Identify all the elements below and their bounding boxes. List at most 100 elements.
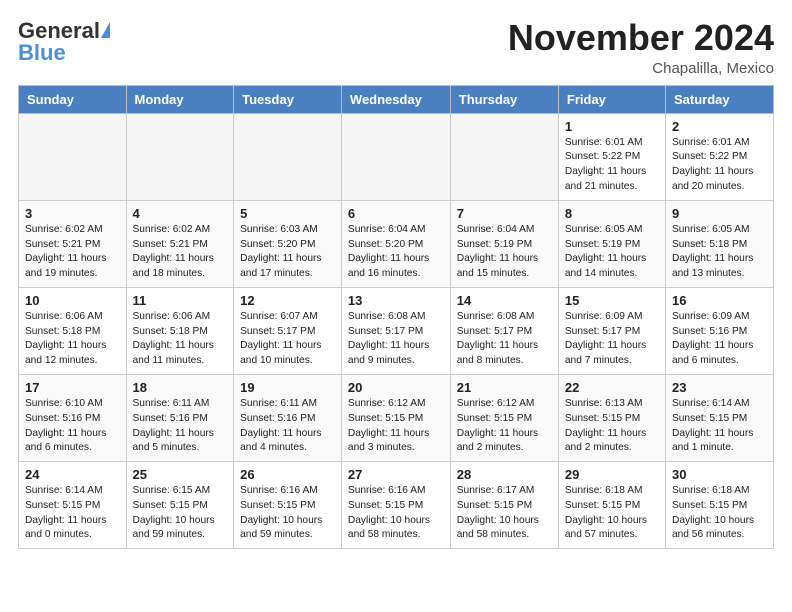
day-number: 8 (565, 206, 659, 221)
table-row (234, 113, 342, 200)
day-number: 11 (133, 293, 228, 308)
day-info: Sunrise: 6:16 AMSunset: 5:15 PMDaylight:… (240, 484, 335, 543)
day-number: 10 (25, 293, 120, 308)
col-sunday: Sunday (19, 85, 127, 113)
day-number: 28 (457, 467, 552, 482)
table-row: 30 Sunrise: 6:18 AMSunset: 5:15 PMDayligh… (665, 462, 773, 549)
day-number: 25 (133, 467, 228, 482)
col-saturday: Saturday (665, 85, 773, 113)
calendar-week-row: 1 Sunrise: 6:01 AMSunset: 5:22 PMDaylight… (19, 113, 774, 200)
day-number: 9 (672, 206, 767, 221)
day-number: 23 (672, 380, 767, 395)
day-info: Sunrise: 6:08 AMSunset: 5:17 PMDaylight:… (348, 310, 444, 369)
day-info: Sunrise: 6:10 AMSunset: 5:16 PMDaylight:… (25, 397, 120, 456)
table-row: 26 Sunrise: 6:16 AMSunset: 5:15 PMDayligh… (234, 462, 342, 549)
day-info: Sunrise: 6:11 AMSunset: 5:16 PMDaylight:… (240, 397, 335, 456)
day-info: Sunrise: 6:03 AMSunset: 5:20 PMDaylight:… (240, 223, 335, 282)
day-number: 1 (565, 119, 659, 134)
table-row: 25Sunrise: 6:15 AMSunset: 5:15 PMDayligh… (126, 462, 234, 549)
day-number: 30 (672, 467, 767, 482)
table-row: 7 Sunrise: 6:04 AMSunset: 5:19 PMDaylight… (450, 200, 558, 287)
day-info: Sunrise: 6:01 AMSunset: 5:22 PMDaylight:… (672, 136, 767, 195)
table-row (19, 113, 127, 200)
table-row: 22 Sunrise: 6:13 AMSunset: 5:15 PMDayligh… (558, 374, 665, 461)
table-row: 29Sunrise: 6:18 AMSunset: 5:15 PMDayligh… (558, 462, 665, 549)
col-friday: Friday (558, 85, 665, 113)
location: Chapalilla, Mexico (508, 60, 774, 77)
day-info: Sunrise: 6:11 AMSunset: 5:16 PMDaylight:… (133, 397, 228, 456)
month-title: November 2024 (508, 18, 774, 58)
col-thursday: Thursday (450, 85, 558, 113)
day-info: Sunrise: 6:02 AMSunset: 5:21 PMDaylight:… (133, 223, 228, 282)
day-info: Sunrise: 6:04 AMSunset: 5:20 PMDaylight:… (348, 223, 444, 282)
page: General Blue November 2024 Chapalilla, M… (0, 0, 792, 612)
day-number: 13 (348, 293, 444, 308)
table-row: 15 Sunrise: 6:09 AMSunset: 5:17 PMDayligh… (558, 287, 665, 374)
day-number: 16 (672, 293, 767, 308)
calendar-header-row: Sunday Monday Tuesday Wednesday Thursday… (19, 85, 774, 113)
day-number: 6 (348, 206, 444, 221)
header: General Blue November 2024 Chapalilla, M… (18, 18, 774, 77)
day-number: 20 (348, 380, 444, 395)
calendar-week-row: 17 Sunrise: 6:10 AMSunset: 5:16 PMDayligh… (19, 374, 774, 461)
day-info: Sunrise: 6:12 AMSunset: 5:15 PMDaylight:… (348, 397, 444, 456)
table-row: 24 Sunrise: 6:14 AMSunset: 5:15 PMDayligh… (19, 462, 127, 549)
title-block: November 2024 Chapalilla, Mexico (508, 18, 774, 77)
day-number: 5 (240, 206, 335, 221)
day-info: Sunrise: 6:04 AMSunset: 5:19 PMDaylight:… (457, 223, 552, 282)
logo-blue: Blue (18, 40, 66, 66)
day-info: Sunrise: 6:02 AMSunset: 5:21 PMDaylight:… (25, 223, 120, 282)
table-row: 11 Sunrise: 6:06 AMSunset: 5:18 PMDayligh… (126, 287, 234, 374)
table-row: 20 Sunrise: 6:12 AMSunset: 5:15 PMDayligh… (341, 374, 450, 461)
table-row: 12Sunrise: 6:07 AMSunset: 5:17 PMDayligh… (234, 287, 342, 374)
table-row: 19 Sunrise: 6:11 AMSunset: 5:16 PMDayligh… (234, 374, 342, 461)
day-number: 26 (240, 467, 335, 482)
table-row: 2 Sunrise: 6:01 AMSunset: 5:22 PMDaylight… (665, 113, 773, 200)
day-info: Sunrise: 6:08 AMSunset: 5:17 PMDaylight:… (457, 310, 552, 369)
day-number: 7 (457, 206, 552, 221)
day-info: Sunrise: 6:06 AMSunset: 5:18 PMDaylight:… (133, 310, 228, 369)
table-row: 10 Sunrise: 6:06 AMSunset: 5:18 PMDayligh… (19, 287, 127, 374)
day-number: 24 (25, 467, 120, 482)
day-info: Sunrise: 6:05 AMSunset: 5:18 PMDaylight:… (672, 223, 767, 282)
day-info: Sunrise: 6:06 AMSunset: 5:18 PMDaylight:… (25, 310, 120, 369)
day-info: Sunrise: 6:16 AMSunset: 5:15 PMDaylight:… (348, 484, 444, 543)
day-number: 19 (240, 380, 335, 395)
table-row (450, 113, 558, 200)
day-info: Sunrise: 6:14 AMSunset: 5:15 PMDaylight:… (25, 484, 120, 543)
table-row: 28 Sunrise: 6:17 AMSunset: 5:15 PMDayligh… (450, 462, 558, 549)
calendar-week-row: 24 Sunrise: 6:14 AMSunset: 5:15 PMDayligh… (19, 462, 774, 549)
table-row: 13 Sunrise: 6:08 AMSunset: 5:17 PMDayligh… (341, 287, 450, 374)
table-row: 4 Sunrise: 6:02 AMSunset: 5:21 PMDaylight… (126, 200, 234, 287)
day-number: 17 (25, 380, 120, 395)
day-number: 15 (565, 293, 659, 308)
table-row: 23 Sunrise: 6:14 AMSunset: 5:15 PMDayligh… (665, 374, 773, 461)
table-row: 3 Sunrise: 6:02 AMSunset: 5:21 PMDaylight… (19, 200, 127, 287)
table-row: 14 Sunrise: 6:08 AMSunset: 5:17 PMDayligh… (450, 287, 558, 374)
table-row: 27 Sunrise: 6:16 AMSunset: 5:15 PMDayligh… (341, 462, 450, 549)
table-row (341, 113, 450, 200)
day-info: Sunrise: 6:13 AMSunset: 5:15 PMDaylight:… (565, 397, 659, 456)
day-number: 22 (565, 380, 659, 395)
day-info: Sunrise: 6:14 AMSunset: 5:15 PMDaylight:… (672, 397, 767, 456)
day-info: Sunrise: 6:05 AMSunset: 5:19 PMDaylight:… (565, 223, 659, 282)
day-number: 14 (457, 293, 552, 308)
calendar-week-row: 10 Sunrise: 6:06 AMSunset: 5:18 PMDayligh… (19, 287, 774, 374)
table-row: 17 Sunrise: 6:10 AMSunset: 5:16 PMDayligh… (19, 374, 127, 461)
day-number: 27 (348, 467, 444, 482)
col-monday: Monday (126, 85, 234, 113)
day-number: 3 (25, 206, 120, 221)
day-info: Sunrise: 6:07 AMSunset: 5:17 PMDaylight:… (240, 310, 335, 369)
calendar: Sunday Monday Tuesday Wednesday Thursday… (18, 85, 774, 550)
col-wednesday: Wednesday (341, 85, 450, 113)
day-number: 4 (133, 206, 228, 221)
day-info: Sunrise: 6:18 AMSunset: 5:15 PMDaylight:… (565, 484, 659, 543)
table-row: 5 Sunrise: 6:03 AMSunset: 5:20 PMDaylight… (234, 200, 342, 287)
day-info: Sunrise: 6:09 AMSunset: 5:16 PMDaylight:… (672, 310, 767, 369)
day-number: 2 (672, 119, 767, 134)
table-row: 9 Sunrise: 6:05 AMSunset: 5:18 PMDaylight… (665, 200, 773, 287)
table-row: 6 Sunrise: 6:04 AMSunset: 5:20 PMDaylight… (341, 200, 450, 287)
day-info: Sunrise: 6:17 AMSunset: 5:15 PMDaylight:… (457, 484, 552, 543)
day-info: Sunrise: 6:09 AMSunset: 5:17 PMDaylight:… (565, 310, 659, 369)
day-info: Sunrise: 6:18 AMSunset: 5:15 PMDaylight:… (672, 484, 767, 543)
